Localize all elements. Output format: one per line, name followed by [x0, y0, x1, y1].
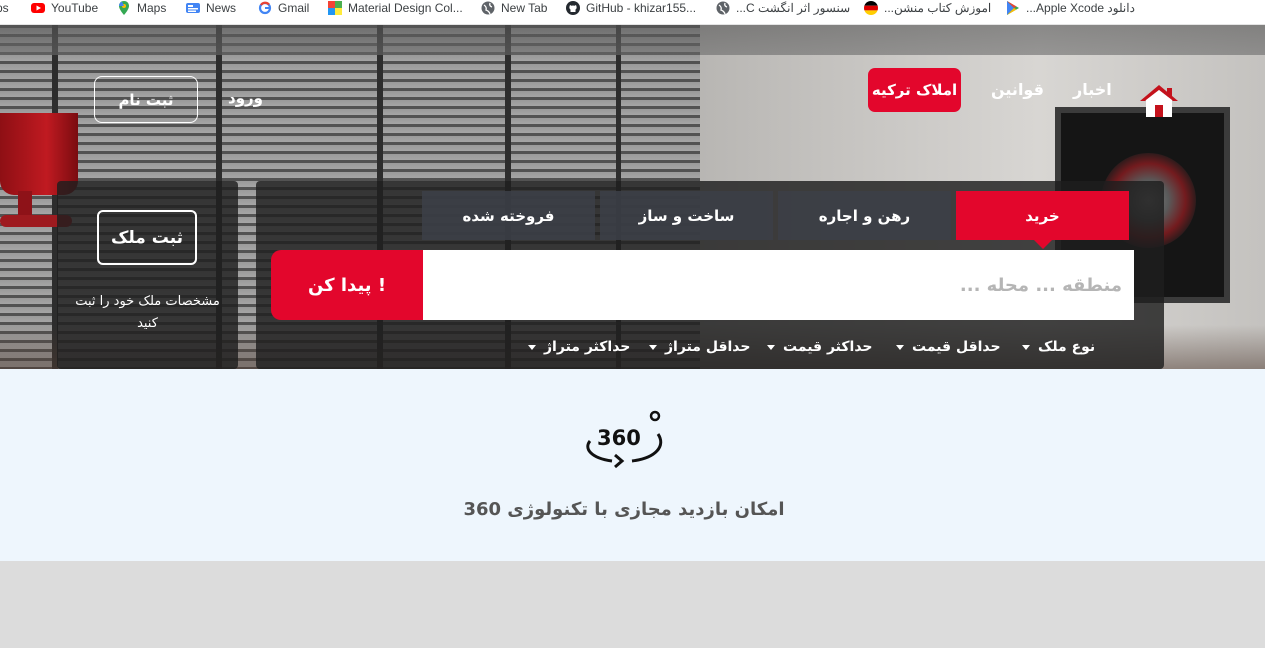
caret-down-icon — [528, 344, 536, 350]
register-property-text: مشخصات ملک خود را ثبت کنید — [75, 294, 220, 331]
bookmark-xcode[interactable]: دانلود Apple Xcode... — [1006, 0, 1135, 16]
login-link[interactable]: ورود — [228, 89, 263, 107]
news-icon — [186, 1, 200, 15]
svg-text:360: 360 — [597, 426, 641, 450]
palette-icon — [328, 1, 342, 15]
google-icon — [258, 1, 272, 15]
play-icon — [1006, 1, 1020, 15]
caret-down-icon — [767, 344, 775, 350]
bookmark-apps[interactable]: ps — [0, 0, 9, 16]
register-property-button[interactable]: ثبت ملک — [97, 210, 197, 265]
360-icon: 360 — [582, 408, 666, 470]
tab-rent[interactable]: رهن و اجاره — [778, 191, 951, 240]
filter-max-area[interactable]: حداکثر متراژ — [528, 337, 630, 357]
bookmark-gmail[interactable]: Gmail — [258, 0, 309, 16]
bookmark-youtube[interactable]: YouTube — [31, 0, 98, 16]
youtube-icon — [31, 1, 45, 15]
bookmark-github[interactable]: GitHub - khizar155... — [566, 0, 696, 16]
nav-news[interactable]: اخبار — [1073, 80, 1112, 99]
globe-icon — [716, 1, 730, 15]
feature-text: امکان بازدید مجازی با تکنولوژی 360 — [463, 499, 785, 520]
tab-sold[interactable]: فروخته شده — [422, 191, 595, 240]
bookmark-sensor[interactable]: سنسور اثر انگشت C... — [716, 0, 850, 16]
bookmark-material[interactable]: Material Design Col... — [328, 0, 463, 16]
background-ceiling — [0, 25, 1265, 55]
filter-min-area[interactable]: حداقل متراژ — [649, 337, 750, 357]
github-icon — [566, 1, 580, 15]
tab-buy[interactable]: خرید — [956, 191, 1129, 249]
caret-down-icon — [649, 344, 657, 350]
hero-section: اخبار قوانین املاک ترکیه ورود ثبت نام ثب… — [0, 25, 1265, 369]
bookmark-mention[interactable]: اموزش کتاب منشن... — [864, 0, 991, 16]
nav-rules[interactable]: قوانین — [991, 80, 1044, 99]
register-property-card: ثبت ملک مشخصات ملک خود را ثبت کنید — [57, 181, 238, 369]
filter-max-price[interactable]: حداکثر قیمت — [767, 337, 873, 357]
flag-de-icon — [864, 1, 878, 15]
home-icon[interactable] — [1138, 83, 1180, 119]
nav-turkey-property[interactable]: املاک ترکیه — [868, 68, 961, 112]
bookmark-newtab[interactable]: New Tab — [481, 0, 547, 16]
filter-min-price[interactable]: حداقل قیمت — [896, 337, 1001, 357]
filter-property-type[interactable]: نوع ملک — [1022, 337, 1095, 357]
bookmarks-bar: ps YouTube Maps News Gmail Material Desi… — [0, 0, 1265, 25]
feature-section: 360 امکان بازدید مجازی با تکنولوژی 360 — [0, 369, 1265, 561]
find-button[interactable]: پیدا کن ! — [271, 250, 423, 320]
caret-down-icon — [1022, 344, 1030, 350]
signup-button[interactable]: ثبت نام — [94, 76, 198, 123]
maps-icon — [117, 1, 131, 15]
search-input[interactable] — [423, 250, 1134, 320]
caret-down-icon — [896, 344, 904, 350]
tab-construction[interactable]: ساخت و ساز — [600, 191, 773, 240]
search-panel: خرید رهن و اجاره ساخت و ساز فروخته شده پ… — [256, 181, 1164, 369]
bookmark-maps[interactable]: Maps — [117, 0, 166, 16]
globe-icon — [481, 1, 495, 15]
bookmark-news[interactable]: News — [186, 0, 236, 16]
